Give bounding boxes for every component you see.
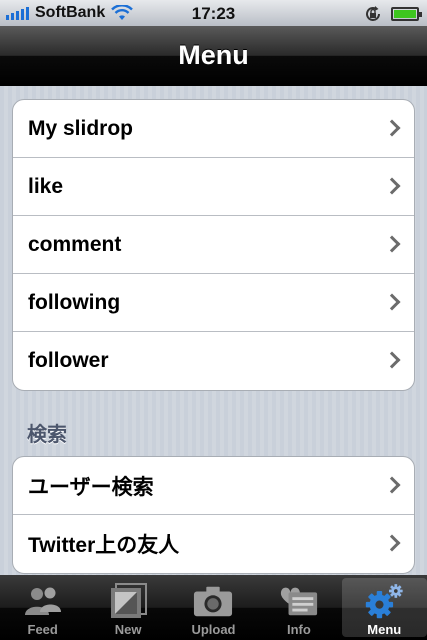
chevron-right-icon	[383, 534, 401, 552]
battery-icon	[391, 7, 422, 21]
tab-new[interactable]: New	[85, 575, 170, 640]
tab-label: Feed	[27, 622, 58, 637]
status-bar: SoftBank 17:23	[0, 0, 427, 26]
tab-label: Upload	[191, 622, 236, 637]
gear-icon	[364, 583, 404, 619]
tab-bar: Feed New Upload Info Menu	[0, 575, 427, 640]
camera-icon	[193, 583, 233, 619]
menu-item-following[interactable]: following	[13, 274, 414, 332]
menu-group-search: ユーザー検索 Twitter上の友人	[12, 456, 415, 574]
page-title: Menu	[178, 40, 249, 70]
menu-item-label: like	[28, 174, 64, 198]
tab-info[interactable]: Info	[256, 575, 341, 640]
tab-menu[interactable]: Menu	[341, 578, 427, 637]
section-header-search: 検索	[27, 424, 67, 446]
tab-upload[interactable]: Upload	[171, 575, 256, 640]
menu-item-label: following	[28, 290, 121, 314]
chevron-right-icon	[383, 351, 401, 369]
tab-label: New	[114, 622, 142, 637]
menu-item-user-search[interactable]: ユーザー検索	[13, 457, 414, 515]
photo-frame-icon	[108, 583, 148, 619]
people-icon	[23, 583, 63, 619]
menu-item-label: comment	[28, 232, 122, 256]
chevron-right-icon	[383, 119, 401, 137]
status-right	[363, 4, 422, 24]
menu-item-label: My slidrop	[28, 116, 134, 140]
menu-item-like[interactable]: like	[13, 158, 414, 216]
tab-feed[interactable]: Feed	[0, 575, 85, 640]
menu-item-label: ユーザー検索	[28, 475, 154, 499]
menu-list[interactable]: My slidrop like comment following follow…	[0, 86, 427, 575]
navigation-bar: Menu	[0, 26, 427, 86]
battery-level	[394, 10, 416, 18]
chevron-right-icon	[383, 235, 401, 253]
menu-group-main: My slidrop like comment following follow…	[12, 99, 415, 391]
tab-label: Menu	[367, 622, 402, 637]
menu-item-label: follower	[28, 349, 109, 372]
menu-item-my-slidrop[interactable]: My slidrop	[13, 100, 414, 158]
rotation-lock-icon	[366, 6, 380, 21]
menu-item-follower[interactable]: follower	[13, 332, 414, 390]
chevron-right-icon	[383, 177, 401, 195]
chevron-right-icon	[383, 476, 401, 494]
chevron-right-icon	[383, 293, 401, 311]
menu-item-comment[interactable]: comment	[13, 216, 414, 274]
menu-item-twitter-friends[interactable]: Twitter上の友人	[13, 515, 414, 573]
tab-label: Info	[286, 622, 311, 637]
heart-message-icon	[279, 583, 319, 619]
menu-item-label: Twitter上の友人	[28, 534, 180, 557]
